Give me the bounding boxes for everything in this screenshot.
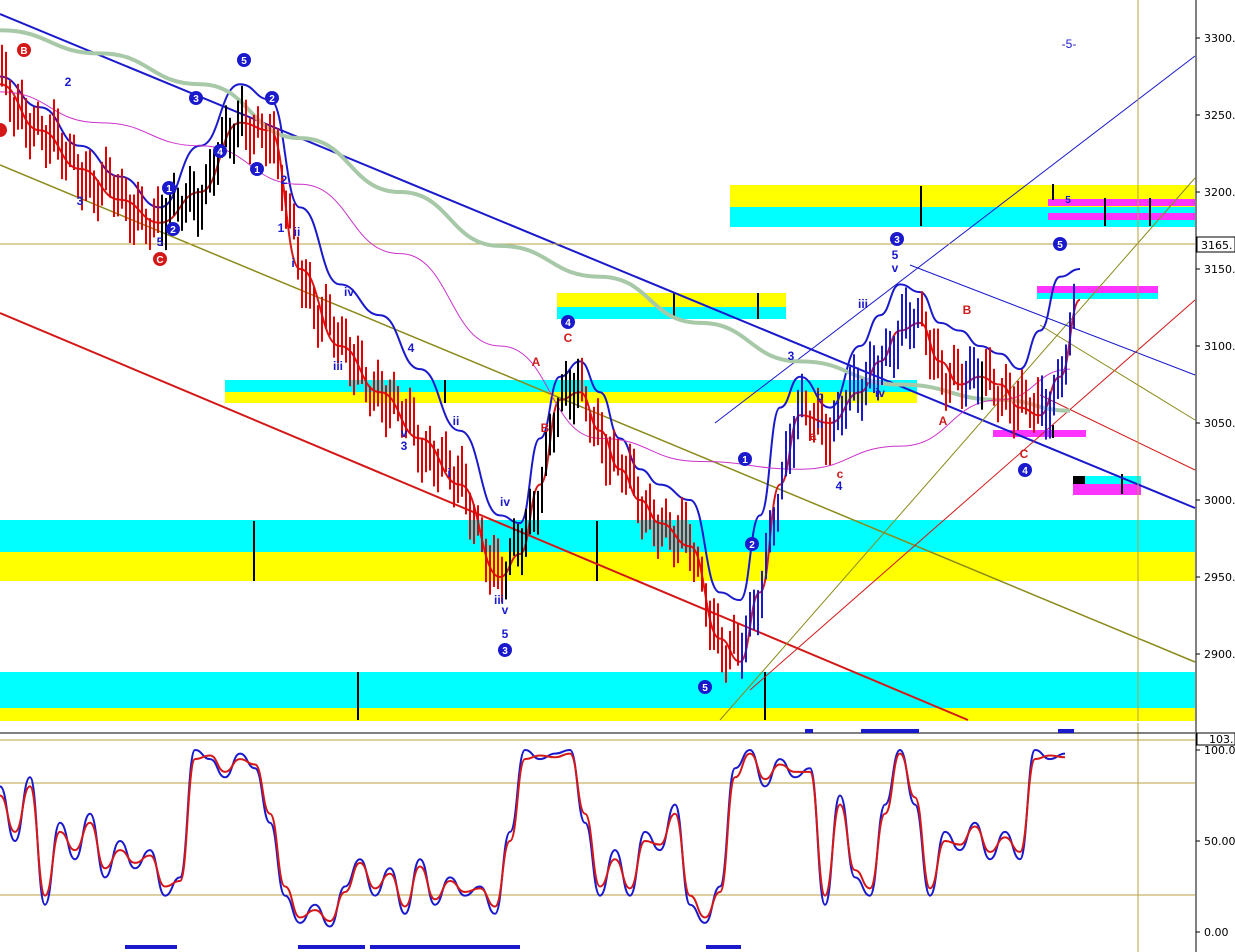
svg-text:iii: iii xyxy=(333,359,343,373)
svg-text:iv: iv xyxy=(344,285,354,299)
svg-text:4: 4 xyxy=(565,318,571,329)
svg-text:v: v xyxy=(502,603,509,617)
svg-text:4: 4 xyxy=(408,341,415,355)
current-price-label: 3165. xyxy=(1201,239,1233,252)
price-tick-label: 3050. xyxy=(1204,417,1235,430)
svg-text:iv: iv xyxy=(500,495,510,509)
price-tick-label: 3000. xyxy=(1204,494,1235,507)
svg-text:5: 5 xyxy=(1057,240,1063,251)
svg-text:c: c xyxy=(837,467,844,481)
svg-text:3: 3 xyxy=(894,235,900,246)
svg-text:4: 4 xyxy=(217,147,223,158)
price-tick-label: 3250. xyxy=(1204,109,1235,122)
price-tick-label: 3300. xyxy=(1204,32,1235,45)
svg-text:C: C xyxy=(564,331,573,345)
price-tick-label: 3200. xyxy=(1204,186,1235,199)
svg-text:C: C xyxy=(156,255,163,266)
svg-text:2: 2 xyxy=(269,94,275,105)
svg-text:i: i xyxy=(291,256,294,270)
svg-text:a: a xyxy=(810,429,817,443)
svg-text:4: 4 xyxy=(1022,466,1028,477)
svg-text:ii: ii xyxy=(817,417,824,431)
svg-text:1: 1 xyxy=(254,165,260,176)
svg-text:B: B xyxy=(20,46,27,57)
svg-text:iv: iv xyxy=(875,386,885,400)
svg-text:i: i xyxy=(844,411,847,425)
svg-text:A: A xyxy=(532,355,541,369)
current-oscillator-label: 103. xyxy=(1209,733,1234,746)
svg-text:1: 1 xyxy=(278,221,285,235)
svg-text:2: 2 xyxy=(281,173,288,187)
svg-text:i: i xyxy=(447,466,450,480)
svg-text:v: v xyxy=(892,261,899,275)
svg-text:5: 5 xyxy=(241,56,247,67)
svg-text:ii: ii xyxy=(453,414,460,428)
svg-text:3: 3 xyxy=(401,439,408,453)
oscillator-tick-label: 0.00 xyxy=(1204,926,1229,939)
svg-text:5: 5 xyxy=(702,683,708,694)
svg-text:5: 5 xyxy=(157,235,164,249)
svg-text:ii: ii xyxy=(294,225,301,239)
svg-text:-5-: -5- xyxy=(1062,37,1077,51)
svg-text:3: 3 xyxy=(788,349,795,363)
price-tick-label: 3100. xyxy=(1204,340,1235,353)
svg-text:b: b xyxy=(816,389,823,403)
svg-text:5: 5 xyxy=(502,627,509,641)
svg-text:3: 3 xyxy=(502,646,508,657)
oscillator-tick-label: 50.00 xyxy=(1204,835,1235,848)
svg-text:1: 1 xyxy=(742,455,748,466)
price-tick-label: 2950. xyxy=(1204,571,1235,584)
svg-text:C: C xyxy=(1020,447,1029,461)
svg-text:2: 2 xyxy=(170,225,176,236)
svg-text:5: 5 xyxy=(892,248,899,262)
svg-text:B: B xyxy=(963,303,972,317)
svg-text:A: A xyxy=(939,414,948,428)
svg-text:1: 1 xyxy=(166,184,172,195)
svg-text:4: 4 xyxy=(836,479,843,493)
price-chart: B 5 3 2 4 1 1 2 C 4 3 5 1 2 3 5 4 2 3 5 … xyxy=(0,0,1235,952)
price-tick-label: 2900. xyxy=(1204,648,1235,661)
svg-text:2: 2 xyxy=(749,540,755,551)
svg-text:iii: iii xyxy=(858,297,868,311)
svg-text:v: v xyxy=(401,426,408,440)
svg-text:3: 3 xyxy=(193,94,199,105)
svg-text:B: B xyxy=(541,421,550,435)
price-tick-label: 3150. xyxy=(1204,263,1235,276)
svg-text:2: 2 xyxy=(65,75,72,89)
svg-text:3: 3 xyxy=(77,194,84,208)
svg-text:5: 5 xyxy=(1065,195,1071,206)
